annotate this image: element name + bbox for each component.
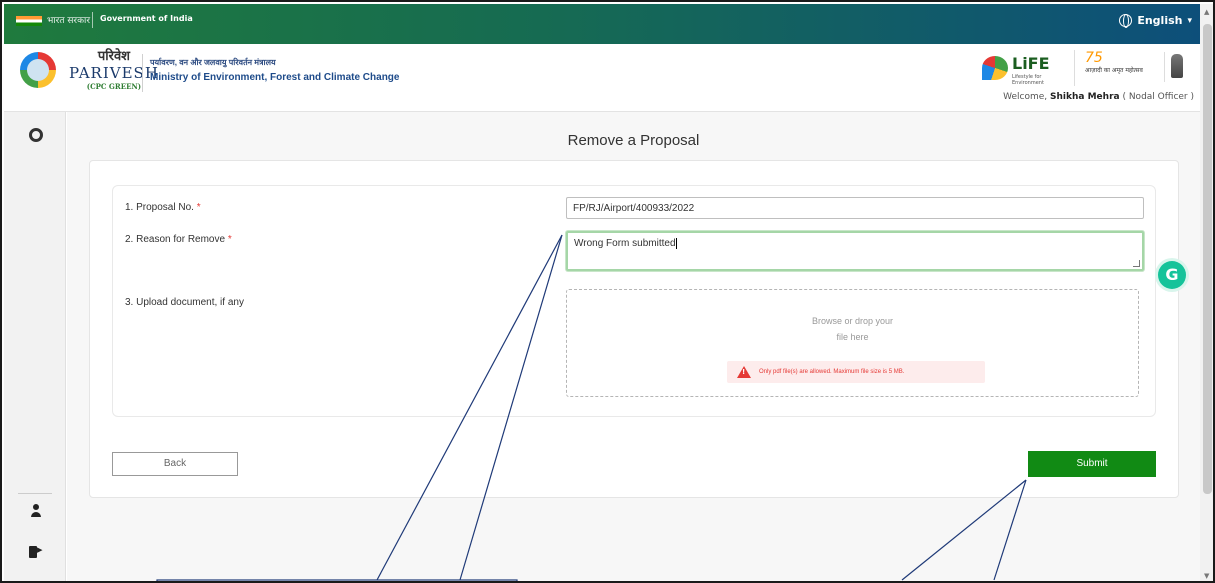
brand-sub: (CPC GREEN) <box>86 82 142 91</box>
page-scrollbar[interactable]: ▲ ▼ <box>1200 4 1213 581</box>
grammarly-icon[interactable]: G <box>1158 261 1186 289</box>
proposal-no-field[interactable]: FP/RJ/Airport/400933/2022 <box>566 197 1144 219</box>
page-title: Remove a Proposal <box>567 132 700 149</box>
brand-english: PARIVESH <box>69 64 159 82</box>
main-content: Remove a Proposal 1. Proposal No. * FP/R… <box>67 112 1200 581</box>
reason-textarea[interactable]: Wrong Form submitted <box>566 231 1144 271</box>
parivesh-emblem-icon[interactable] <box>20 52 56 88</box>
drop-line-1: Browse or drop your <box>811 316 894 326</box>
text-cursor <box>675 238 677 249</box>
gov-divider <box>92 12 93 28</box>
left-sidebar <box>4 112 66 581</box>
submit-button[interactable]: Submit <box>1028 451 1156 477</box>
sidebar-divider <box>18 493 52 494</box>
scroll-up-icon[interactable]: ▲ <box>1204 8 1209 16</box>
national-emblem-icon <box>1164 52 1183 82</box>
warning-text: Only pdf file(s) are allowed. Maximum fi… <box>759 369 905 375</box>
upload-label-text: 3. Upload document, if any <box>125 297 244 308</box>
azadi-logo: 75 आज़ादी का अमृत महोत्सव <box>1074 50 1144 86</box>
azadi-text: आज़ादी का अमृत महोत्सव <box>1085 67 1143 74</box>
caret-down-icon: ▾ <box>1187 15 1192 26</box>
ministry-hindi: पर्यावरण, वन और जलवायु परिवर्तन मंत्रालय <box>150 58 276 67</box>
life-logo-text: LiFE <box>1012 54 1050 73</box>
remove-proposal-card: 1. Proposal No. * FP/RJ/Airport/400933/2… <box>89 160 1179 498</box>
file-drop-zone[interactable]: Browse or drop your file here Only pdf f… <box>566 289 1139 397</box>
user-role: ( Nodal Officer ) <box>1119 92 1194 102</box>
site-header: परिवेश PARIVESH (CPC GREEN) पर्यावरण, वन… <box>4 44 1200 112</box>
language-label: English <box>1137 14 1183 27</box>
welcome-prefix: Welcome, <box>1003 92 1051 102</box>
logout-icon[interactable] <box>29 543 43 558</box>
gov-english-label: Government of India <box>100 14 193 23</box>
scroll-thumb[interactable] <box>1203 24 1212 494</box>
drop-line-2: file here <box>836 332 869 342</box>
reason-value: Wrong Form submitted <box>574 238 676 250</box>
form-section: 1. Proposal No. * FP/RJ/Airport/400933/2… <box>112 185 1156 417</box>
ministry-english: Ministry of Environment, Forest and Clim… <box>150 72 400 83</box>
required-mark: * <box>196 202 201 213</box>
ministry-name: पर्यावरण, वन और जलवायु परिवर्तन मंत्रालय… <box>150 57 399 83</box>
azadi-number: 75 <box>1085 50 1103 66</box>
reason-label-text: 2. Reason for Remove <box>125 234 226 245</box>
proposal-no-label: 1. Proposal No. * <box>125 202 201 213</box>
file-warning: Only pdf file(s) are allowed. Maximum fi… <box>727 361 985 383</box>
header-divider <box>142 54 143 92</box>
welcome-text: Welcome, Shikha Mehra ( Nodal Officer ) <box>1003 92 1194 102</box>
proposal-no-label-text: 1. Proposal No. <box>125 202 194 213</box>
india-flag-icon <box>16 16 42 26</box>
reason-label: 2. Reason for Remove * <box>125 234 232 245</box>
globe-icon <box>1119 14 1133 28</box>
life-logo: LiFE Lifestyle for Environment <box>982 52 1062 86</box>
government-bar: भारत सरकार Government of India English ▾ <box>4 4 1200 44</box>
life-logo-sub: Lifestyle for Environment <box>1012 74 1044 86</box>
user-profile-icon[interactable] <box>30 504 42 518</box>
user-name: Shikha Mehra <box>1050 92 1120 102</box>
life-leaf-icon <box>982 56 1008 80</box>
required-mark: * <box>227 234 232 245</box>
resize-handle-icon[interactable] <box>1133 260 1140 267</box>
language-selector[interactable]: English ▾ <box>1119 14 1192 28</box>
upload-label: 3. Upload document, if any <box>125 297 244 308</box>
back-button[interactable]: Back <box>112 452 238 476</box>
gov-hindi-label: भारत सरकार <box>47 16 91 26</box>
warning-triangle-icon <box>737 366 751 378</box>
app-window: भारत सरकार Government of India English ▾… <box>0 0 1215 583</box>
brand-hindi: परिवेश <box>97 49 131 64</box>
scroll-down-icon[interactable]: ▼ <box>1204 572 1209 580</box>
brand-logo[interactable]: परिवेश PARIVESH (CPC GREEN) <box>69 46 159 91</box>
emblem-shape <box>1171 54 1183 78</box>
proposal-no-value: FP/RJ/Airport/400933/2022 <box>573 203 695 214</box>
dashboard-gauge-icon[interactable] <box>29 128 43 142</box>
